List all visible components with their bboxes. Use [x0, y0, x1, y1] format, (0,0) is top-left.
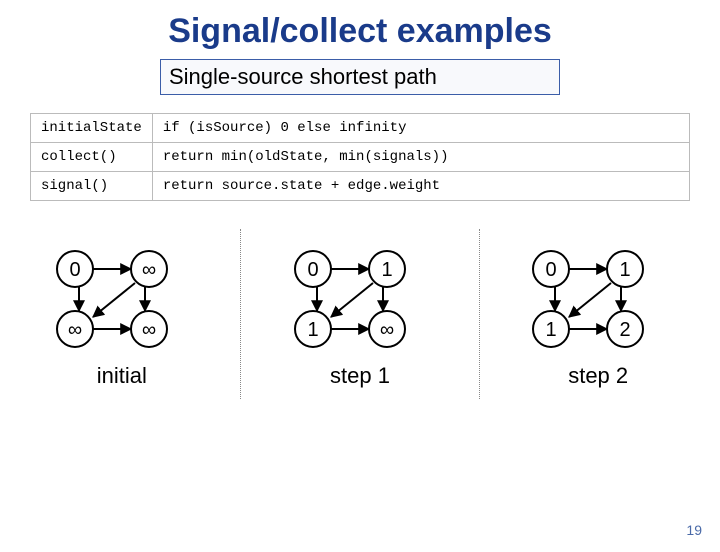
def-label: signal() — [31, 172, 153, 201]
slide-title: Signal/collect examples — [0, 12, 720, 51]
panel-divider — [479, 229, 480, 399]
node-tl: 0 — [307, 259, 318, 281]
def-code: if (isSource) 0 else infinity — [152, 114, 689, 143]
graph-svg: 0 1 1 2 — [513, 239, 683, 359]
panel-label: step 2 — [513, 363, 683, 389]
panel-label: step 1 — [275, 363, 445, 389]
node-br: ∞ — [142, 319, 156, 341]
subtitle-box: Single-source shortest path — [160, 59, 560, 95]
node-tr: 1 — [381, 259, 392, 281]
node-bl: 1 — [307, 319, 318, 341]
definitions-table: initialState if (isSource) 0 else infini… — [30, 113, 690, 201]
node-br: ∞ — [380, 319, 394, 341]
node-br: 2 — [620, 319, 631, 341]
node-tr: ∞ — [142, 259, 156, 281]
node-tl: 0 — [69, 259, 80, 281]
def-label: initialState — [31, 114, 153, 143]
node-bl: ∞ — [68, 319, 82, 341]
page-number: 19 — [686, 522, 702, 538]
node-bl: 1 — [546, 319, 557, 341]
panel-label: initial — [37, 363, 207, 389]
panel-divider — [240, 229, 241, 399]
node-tl: 0 — [546, 259, 557, 281]
def-code: return source.state + edge.weight — [152, 172, 689, 201]
def-code: return min(oldState, min(signals)) — [152, 143, 689, 172]
panel-step2: 0 1 1 2 step 2 — [513, 229, 683, 399]
diagram-row: 0 ∞ ∞ ∞ initial 0 1 — [0, 229, 720, 399]
def-label: collect() — [31, 143, 153, 172]
table-row: initialState if (isSource) 0 else infini… — [31, 114, 690, 143]
table-row: signal() return source.state + edge.weig… — [31, 172, 690, 201]
graph-svg: 0 1 1 ∞ — [275, 239, 445, 359]
panel-initial: 0 ∞ ∞ ∞ initial — [37, 229, 207, 399]
table-row: collect() return min(oldState, min(signa… — [31, 143, 690, 172]
node-tr: 1 — [620, 259, 631, 281]
graph-svg: 0 ∞ ∞ ∞ — [37, 239, 207, 359]
panel-step1: 0 1 1 ∞ step 1 — [275, 229, 445, 399]
